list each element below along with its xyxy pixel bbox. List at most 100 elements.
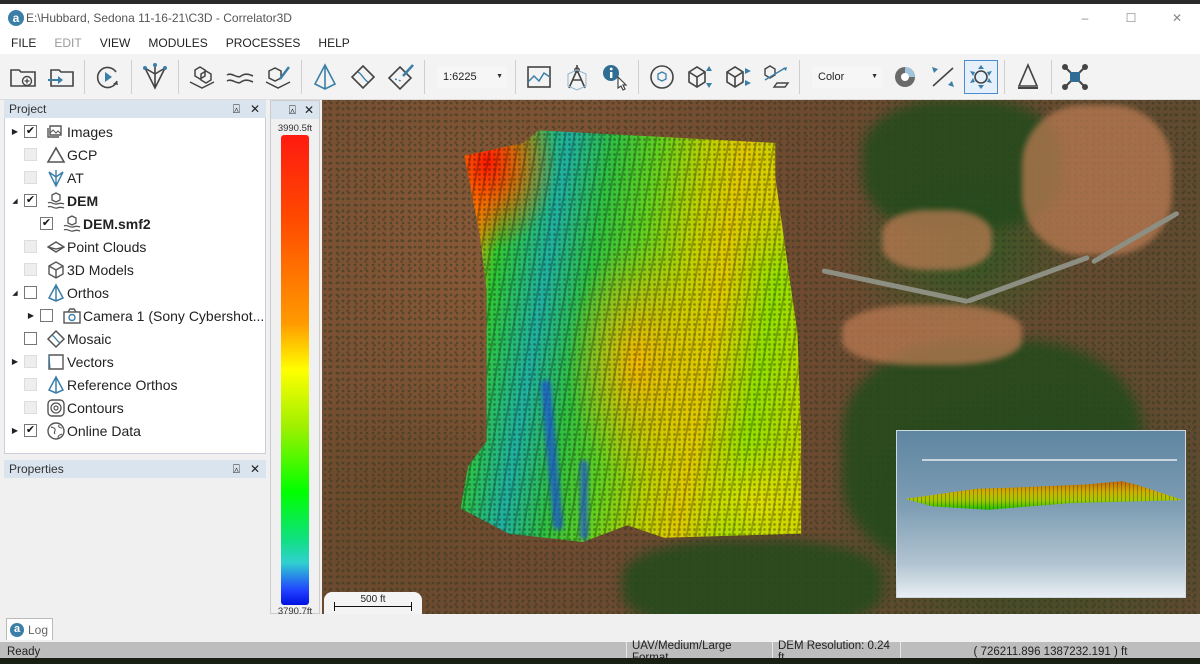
project-panel-header: Project ⍓ ✕ [4, 100, 266, 118]
map-viewport[interactable]: 500 ft [322, 100, 1200, 614]
visibility-checkbox[interactable] [24, 148, 37, 161]
expand-down-icon[interactable]: ◢ [9, 197, 21, 205]
visibility-checkbox[interactable] [24, 171, 37, 184]
close-icon[interactable]: ✕ [250, 102, 260, 117]
tree-item-mosaic[interactable]: Mosaic [5, 327, 265, 350]
dsm-icon [189, 65, 215, 89]
measure-button[interactable] [560, 60, 594, 94]
clearing-area [842, 305, 1022, 365]
visibility-checkbox[interactable] [24, 355, 37, 368]
visibility-checkbox[interactable] [24, 240, 37, 253]
visibility-checkbox[interactable] [24, 263, 37, 276]
3d-preview-window[interactable] [896, 430, 1186, 598]
tree-item-3d-models[interactable]: 3D Models [5, 258, 265, 281]
display-mode-dropdown[interactable]: Color ▼ [812, 65, 882, 88]
expand-right-icon[interactable]: ▶ [25, 311, 37, 320]
aerial-triangulation-button[interactable] [138, 60, 172, 94]
tree-item-at[interactable]: AT [5, 166, 265, 189]
expand-right-icon[interactable]: ▶ [9, 127, 21, 136]
info-pointer-icon [603, 64, 628, 91]
tree-item-label: Contours [67, 399, 124, 416]
pin-icon[interactable]: ⍓ [233, 102, 240, 117]
edit-mosaic-button[interactable] [384, 60, 418, 94]
menu-edit[interactable]: EDIT [49, 36, 86, 50]
visibility-checkbox[interactable]: ✔ [24, 194, 37, 207]
maximize-button[interactable]: ☐ [1108, 4, 1154, 32]
compare-button[interactable] [759, 60, 793, 94]
dem-overlay[interactable] [460, 130, 802, 542]
dtm-button[interactable] [223, 60, 257, 94]
close-icon[interactable]: ✕ [304, 103, 314, 117]
scale-bar-line [334, 602, 412, 611]
open-project-button[interactable] [44, 60, 78, 94]
fit-view-button[interactable] [964, 59, 998, 94]
info-pointer-button[interactable] [598, 60, 632, 94]
visibility-checkbox[interactable] [40, 309, 53, 322]
tree-item-point-clouds[interactable]: Point Clouds [5, 235, 265, 258]
tree-item-contours[interactable]: Contours [5, 396, 265, 419]
vertical-exaggeration-button[interactable] [683, 60, 717, 94]
tree-item-dem-smf2[interactable]: ✔ DEM.smf2 [5, 212, 265, 235]
network-icon [1062, 63, 1088, 90]
run-process-button[interactable] [91, 60, 125, 94]
flip-3d-button[interactable] [721, 60, 755, 94]
tree-item-images[interactable]: ▶ ✔ Images [5, 120, 265, 143]
visibility-checkbox[interactable]: ✔ [24, 125, 37, 138]
pin-icon[interactable]: ⍓ [289, 103, 296, 118]
edit-mosaic-icon [387, 63, 414, 90]
legend-max-elevation: 3990.5ft [277, 123, 313, 134]
network-button[interactable] [1058, 60, 1092, 94]
visibility-checkbox[interactable]: ✔ [24, 424, 37, 437]
tree-item-gcp[interactable]: GCP [5, 143, 265, 166]
shading-button[interactable] [888, 60, 922, 94]
scale-dropdown[interactable]: 1:6225 ▼ [437, 65, 507, 88]
pyramid-button[interactable] [1011, 60, 1045, 94]
aerial-triangulation-icon [143, 62, 167, 90]
tree-item-orthos[interactable]: ◢ Orthos [5, 281, 265, 304]
visibility-checkbox[interactable]: ✔ [40, 217, 53, 230]
close-button[interactable]: ✕ [1154, 4, 1200, 32]
edit-dem-button[interactable] [261, 60, 295, 94]
new-project-button[interactable] [6, 60, 40, 94]
3d-models-icon [45, 259, 67, 281]
dsm-button[interactable] [185, 60, 219, 94]
visibility-checkbox[interactable] [24, 286, 37, 299]
properties-panel-header: Properties ⍓ ✕ [4, 460, 266, 478]
menu-file[interactable]: FILE [6, 36, 41, 50]
tree-item-dem[interactable]: ◢ ✔ DEM [5, 189, 265, 212]
menu-view[interactable]: VIEW [95, 36, 136, 50]
tree-item-vectors[interactable]: ▶ Vectors [5, 350, 265, 373]
pin-icon[interactable]: ⍓ [233, 462, 240, 477]
window-title: E:\Hubbard, Sedona 11-16-21\C3D - Correl… [26, 11, 292, 25]
bottom-tab-strip: a Log [0, 614, 1200, 642]
menu-processes[interactable]: PROCESSES [221, 36, 306, 50]
menu-modules[interactable]: MODULES [143, 36, 212, 50]
profile-button[interactable] [522, 60, 556, 94]
chevron-down-icon: ▼ [496, 73, 503, 80]
tree-item-camera-1-sony-cybershot[interactable]: ▶ Camera 1 (Sony Cybershot... [5, 304, 265, 327]
status-ready: Ready [7, 646, 41, 658]
preview-horizon-line [922, 459, 1177, 461]
project-panel-title: Project [9, 102, 47, 116]
close-icon[interactable]: ✕ [250, 462, 260, 477]
expand-right-icon[interactable]: ▶ [9, 357, 21, 366]
tree-item-label: Point Clouds [67, 238, 147, 255]
stretch-button[interactable] [926, 60, 960, 94]
expand-down-icon[interactable]: ◢ [9, 289, 21, 297]
rotate-3d-button[interactable] [645, 60, 679, 94]
ortho-button[interactable] [308, 60, 342, 94]
dtm-icon [226, 72, 254, 83]
mosaic-button[interactable] [346, 60, 380, 94]
expand-right-icon[interactable]: ▶ [9, 426, 21, 435]
menu-help[interactable]: HELP [313, 36, 354, 50]
tree-item-reference-orthos[interactable]: Reference Orthos [5, 373, 265, 396]
camera-icon [61, 305, 83, 327]
pyramid-icon [1017, 62, 1039, 89]
tree-item-online-data[interactable]: ▶ ✔ Online Data [5, 419, 265, 442]
tree-item-label: Vectors [67, 353, 114, 370]
log-tab[interactable]: a Log [6, 618, 53, 640]
visibility-checkbox[interactable] [24, 401, 37, 414]
minimize-button[interactable]: – [1062, 4, 1108, 32]
visibility-checkbox[interactable] [24, 332, 37, 345]
visibility-checkbox[interactable] [24, 378, 37, 391]
